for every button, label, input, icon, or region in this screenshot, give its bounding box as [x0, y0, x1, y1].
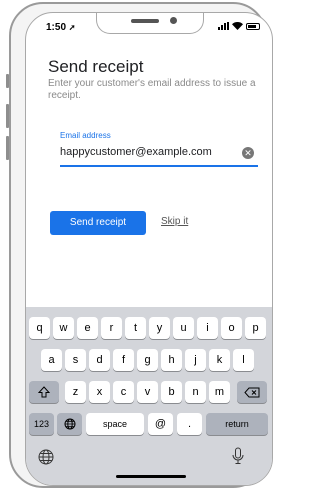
email-field-underline [60, 165, 258, 167]
key-h[interactable]: h [161, 349, 182, 371]
key-y[interactable]: y [149, 317, 170, 339]
key-c[interactable]: c [113, 381, 134, 403]
side-button-mute [6, 74, 9, 88]
key-l[interactable]: l [233, 349, 254, 371]
key-t[interactable]: t [125, 317, 146, 339]
key-d[interactable]: d [89, 349, 110, 371]
key-p[interactable]: p [245, 317, 266, 339]
notch [96, 13, 204, 34]
key-f[interactable]: f [113, 349, 134, 371]
dot-key[interactable]: . [177, 413, 202, 435]
side-button-volume-up [6, 104, 9, 128]
globe-bottom-icon[interactable] [38, 449, 54, 468]
key-n[interactable]: n [185, 381, 206, 403]
key-m[interactable]: m [209, 381, 230, 403]
camera [170, 17, 177, 24]
key-v[interactable]: v [137, 381, 158, 403]
shift-key[interactable] [29, 381, 59, 403]
globe-key[interactable] [57, 413, 82, 435]
key-a[interactable]: a [41, 349, 62, 371]
email-field[interactable]: happycustomer@example.com [60, 146, 212, 158]
wifi-icon [232, 22, 243, 30]
key-k[interactable]: k [209, 349, 230, 371]
microphone-icon[interactable] [232, 447, 244, 468]
keyboard: q w e r t y u i o p a s d f g h j k l z … [26, 307, 272, 485]
key-b[interactable]: b [161, 381, 182, 403]
home-indicator[interactable] [116, 475, 186, 478]
status-time: 1:50 ➚ [46, 22, 76, 33]
key-u[interactable]: u [173, 317, 194, 339]
key-x[interactable]: x [89, 381, 110, 403]
key-o[interactable]: o [221, 317, 242, 339]
email-field-label: Email address [60, 131, 111, 140]
space-key[interactable]: space [86, 413, 144, 435]
battery-icon [246, 23, 260, 30]
globe-icon [64, 418, 75, 430]
phone-frame: 1:50 ➚ Send receipt Enter your customer'… [6, 2, 273, 488]
screen: 1:50 ➚ Send receipt Enter your customer'… [25, 12, 273, 486]
side-button-volume-down [6, 136, 9, 160]
skip-link[interactable]: Skip it [161, 216, 188, 227]
backspace-icon [244, 387, 260, 397]
key-q[interactable]: q [29, 317, 50, 339]
location-arrow-icon: ➚ [68, 23, 76, 32]
numbers-key[interactable]: 123 [29, 413, 54, 435]
key-s[interactable]: s [65, 349, 86, 371]
key-z[interactable]: z [65, 381, 86, 403]
speaker [131, 19, 159, 23]
at-key[interactable]: @ [148, 413, 173, 435]
page-title: Send receipt [48, 57, 144, 76]
key-e[interactable]: e [77, 317, 98, 339]
backspace-key[interactable] [237, 381, 267, 403]
status-time-text: 1:50 [46, 22, 67, 33]
signal-icon [218, 22, 229, 30]
key-j[interactable]: j [185, 349, 206, 371]
clear-circle-icon[interactable]: ✕ [242, 147, 254, 159]
shift-icon [38, 386, 50, 398]
status-icons [218, 22, 260, 30]
page-subtitle: Enter your customer's email address to i… [48, 78, 256, 101]
send-receipt-button[interactable]: Send receipt [50, 211, 146, 235]
return-key[interactable]: return [206, 413, 268, 435]
key-r[interactable]: r [101, 317, 122, 339]
key-i[interactable]: i [197, 317, 218, 339]
key-w[interactable]: w [53, 317, 74, 339]
key-g[interactable]: g [137, 349, 158, 371]
